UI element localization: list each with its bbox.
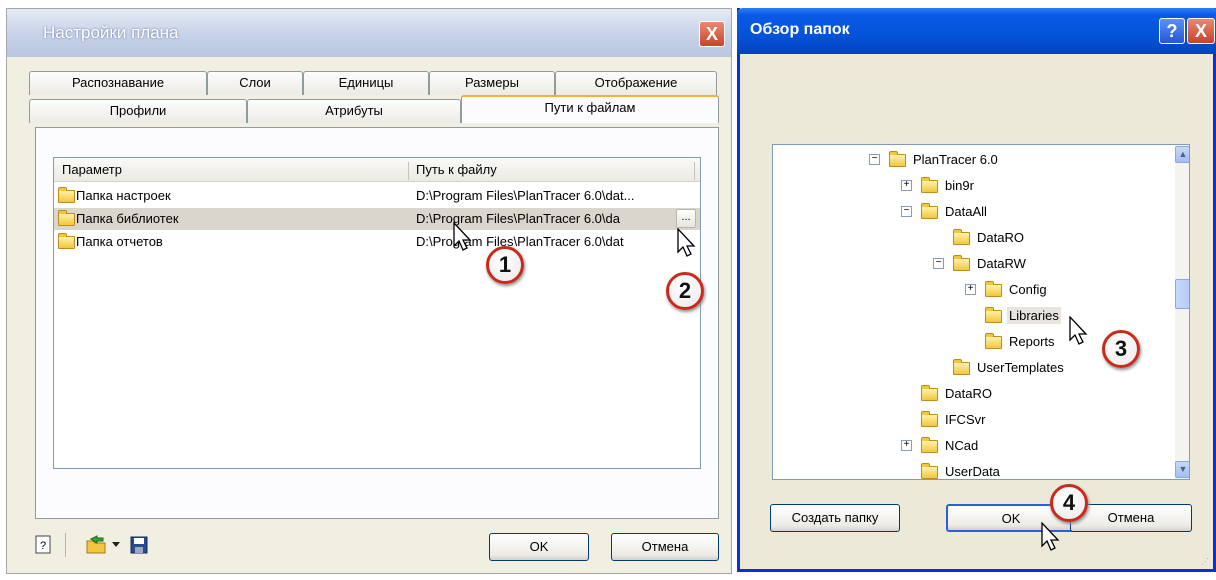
folder-icon	[921, 203, 938, 219]
toolbar-separator	[65, 533, 66, 557]
column-separator[interactable]	[408, 162, 409, 180]
folder-icon	[58, 233, 75, 249]
help-button[interactable]: ?	[1159, 18, 1185, 44]
collapse-icon[interactable]: −	[901, 206, 912, 217]
column-path[interactable]: Путь к файлу	[416, 162, 497, 177]
column-separator[interactable]	[694, 162, 695, 180]
folder-icon	[889, 151, 906, 167]
tree-node-label: DataRO	[977, 230, 1024, 245]
folder-icon	[58, 187, 75, 203]
scroll-up-icon[interactable]: ▲	[1175, 146, 1189, 163]
tree-node-label: UserTemplates	[977, 360, 1064, 375]
svg-text:?: ?	[40, 540, 46, 552]
close-button[interactable]: X	[699, 21, 725, 47]
plan-settings-title: Настройки плана	[43, 23, 179, 42]
folder-icon	[921, 411, 938, 427]
tab-dimensions[interactable]: Размеры	[429, 71, 555, 95]
expand-icon[interactable]: +	[965, 284, 976, 295]
tree-node-label: IFCSvr	[945, 412, 986, 427]
collapse-icon[interactable]: −	[933, 258, 944, 269]
callout-step-4: 4	[1050, 484, 1088, 522]
dropdown-arrow-icon[interactable]	[111, 539, 121, 549]
tab-units[interactable]: Единицы	[303, 71, 429, 95]
tree-node-label: PlanTracer 6.0	[913, 152, 998, 167]
list-item[interactable]: Папка отчетов D:\Program Files\PlanTrace…	[54, 231, 700, 253]
plan-settings-dialog: Настройки плана X Распознавание Слои Еди…	[6, 8, 732, 574]
row-path: D:\Program Files\PlanTracer 6.0\dat...	[416, 188, 635, 203]
row-name: Папка отчетов	[76, 234, 163, 249]
folder-icon	[985, 333, 1002, 349]
tab-row-2: Профили Атрибуты Пути к файлам	[29, 95, 719, 123]
mouse-cursor-icon	[1069, 316, 1088, 345]
tab-layers[interactable]: Слои	[207, 71, 303, 95]
ok-button[interactable]: OK	[489, 533, 589, 561]
expand-icon[interactable]: +	[901, 180, 912, 191]
tab-attributes[interactable]: Атрибуты	[247, 99, 461, 123]
column-parameter[interactable]: Параметр	[62, 162, 122, 177]
plan-settings-titlebar: Настройки плана X	[7, 9, 731, 57]
callout-step-1: 1	[486, 246, 524, 284]
tree-node-label: DataAll	[945, 204, 987, 219]
resize-grip-icon[interactable]: ⋰	[1201, 557, 1211, 567]
tab-row-1: Распознавание Слои Единицы Размеры Отобр…	[29, 71, 719, 95]
tree-node-label: Config	[1009, 282, 1047, 297]
browse-folders-dialog: Обзор папок ? X − PlanTracer 6.0 + bin9r…	[737, 8, 1216, 572]
tree-node-label: DataRW	[977, 256, 1026, 271]
folder-icon	[985, 281, 1002, 297]
list-item[interactable]: Папка библиотек D:\Program Files\PlanTra…	[54, 208, 700, 230]
scroll-down-icon[interactable]: ▼	[1175, 461, 1189, 478]
browse-titlebar: Обзор папок ? X	[737, 8, 1216, 54]
mouse-cursor-icon	[1041, 522, 1060, 551]
row-path: D:\Program Files\PlanTracer 6.0\da	[416, 211, 620, 226]
tab-display[interactable]: Отображение	[555, 71, 717, 95]
tab-recognition[interactable]: Распознавание	[29, 71, 207, 95]
expand-icon[interactable]: +	[901, 440, 912, 451]
save-icon[interactable]	[129, 535, 149, 555]
folder-icon	[985, 307, 1002, 323]
tree-node-label: bin9r	[945, 178, 974, 193]
list-header: Параметр Путь к файлу	[54, 158, 700, 182]
row-name: Папка библиотек	[76, 211, 179, 226]
collapse-icon[interactable]: −	[869, 154, 880, 165]
row-name: Папка настроек	[76, 188, 171, 203]
tab-profiles[interactable]: Профили	[29, 99, 247, 123]
browse-dots-button[interactable]: ...	[676, 209, 696, 228]
list-item[interactable]: Папка настроек D:\Program Files\PlanTrac…	[54, 185, 700, 207]
tree-node-label: Reports	[1009, 334, 1055, 349]
folder-icon	[58, 210, 75, 226]
cancel-button[interactable]: Отмена	[1070, 504, 1192, 532]
folder-icon	[953, 255, 970, 271]
folder-icon	[921, 385, 938, 401]
close-button[interactable]: X	[1187, 18, 1215, 44]
tree-node-label: DataRO	[945, 386, 992, 401]
tree-node-label: Libraries	[1007, 307, 1061, 324]
scroll-thumb[interactable]	[1175, 279, 1189, 309]
row-path: D:\Program Files\PlanTracer 6.0\dat	[416, 234, 624, 249]
folder-icon	[921, 437, 938, 453]
folder-icon	[921, 463, 938, 479]
folder-icon	[953, 359, 970, 375]
plan-settings-footer: ? OK Отмена	[7, 519, 731, 575]
callout-step-3: 3	[1102, 330, 1140, 368]
folder-icon	[921, 177, 938, 193]
mouse-cursor-icon	[677, 228, 696, 257]
tab-file-paths[interactable]: Пути к файлам	[461, 95, 719, 123]
tree-node-label: UserData	[945, 464, 1000, 479]
folder-icon	[953, 229, 970, 245]
folder-tree: − PlanTracer 6.0 + bin9r − DataAll DataR…	[772, 144, 1190, 480]
paths-list: Параметр Путь к файлу Папка настроек D:\…	[53, 157, 701, 469]
help-icon[interactable]: ?	[33, 535, 53, 555]
tree-node-label: NCad	[945, 438, 979, 453]
cancel-button[interactable]: Отмена	[611, 533, 719, 561]
mouse-cursor-icon	[453, 222, 472, 251]
browse-title: Обзор папок	[750, 21, 850, 38]
tree-scrollbar[interactable]: ▲ ▼	[1175, 145, 1189, 479]
callout-step-2: 2	[666, 272, 704, 310]
new-folder-button[interactable]: Создать папку	[770, 504, 900, 532]
open-folder-icon[interactable]	[85, 535, 109, 555]
